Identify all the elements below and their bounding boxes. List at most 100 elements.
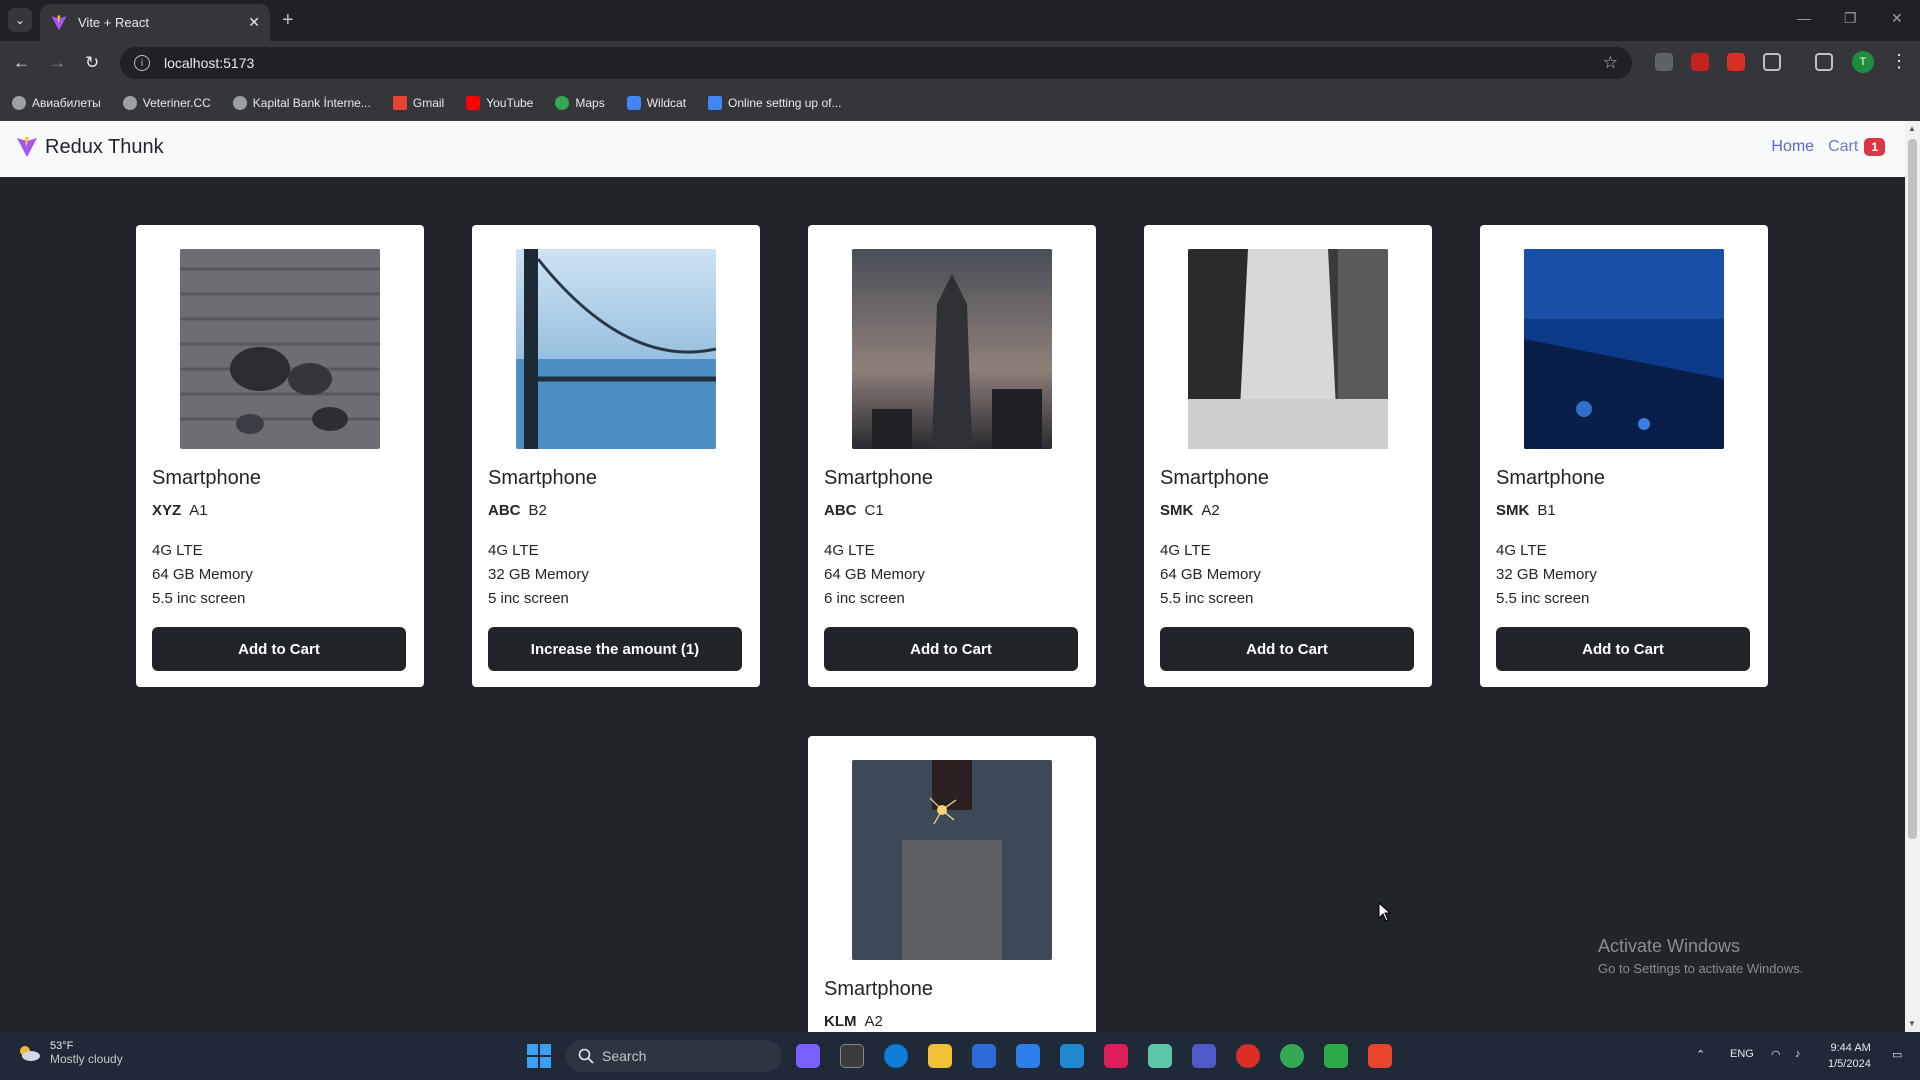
spec-screen: 5.5 inc screen [1160,590,1254,607]
product-model: SMK B1 [1496,502,1752,519]
site-info-icon[interactable]: i [134,55,150,71]
start-button[interactable] [527,1044,551,1068]
product-title: Smartphone [1496,467,1605,489]
minimize-icon[interactable]: — [1797,10,1811,26]
bookmark-star-icon[interactable]: ☆ [1603,53,1618,73]
back-icon[interactable]: ← [13,53,30,73]
bookmark-item[interactable]: Wildcat [626,96,686,110]
forward-icon[interactable]: → [49,53,66,73]
globe-icon [12,96,26,110]
media-app-icon[interactable] [1236,1044,1260,1068]
nav-cart-link[interactable]: Cart 1 [1828,138,1885,156]
system-clock[interactable]: 9:44 AM 1/5/2024 [1828,1040,1871,1072]
product-model: SMK A2 [1160,502,1416,519]
language-indicator[interactable]: ENG [1730,1048,1754,1060]
mail-app-icon[interactable] [1016,1044,1040,1068]
vite-logo-icon [17,137,37,157]
bookmark-item[interactable]: Online setting up of... [708,96,841,110]
product-brand: SMK [1160,502,1194,519]
window-close-icon[interactable]: ✕ [1891,10,1903,27]
extension-icon[interactable] [1727,53,1745,71]
increase-amount-button[interactable]: Increase the amount (1) [488,627,742,671]
add-to-cart-button[interactable]: Add to Cart [1496,627,1750,671]
cart-count-badge: 1 [1864,138,1885,156]
taskbar-search[interactable]: Search [566,1040,782,1072]
tab-search-chevron-icon[interactable]: ⌄ [8,8,32,32]
product-model-code: A2 [864,1013,883,1030]
slack-app-icon[interactable] [1104,1044,1128,1068]
product-image [516,249,716,449]
scroll-up-icon[interactable]: ▲ [1908,124,1916,133]
spec-screen: 5.5 inc screen [1496,590,1590,607]
spec-network: 4G LTE [1496,542,1547,559]
show-hidden-icons[interactable]: ⌃ [1696,1048,1705,1061]
clock-time: 9:44 AM [1830,1042,1871,1054]
vscode-app-icon[interactable] [1060,1044,1084,1068]
search-placeholder: Search [602,1048,647,1064]
product-specs: 4G LTE 64 GB Memory 5.5 inc screen [1160,539,1416,611]
ublock-extension-icon[interactable] [1691,53,1709,71]
address-bar[interactable]: i localhost:5173 ☆ [120,47,1632,79]
spec-memory: 64 GB Memory [824,566,925,583]
wifi-icon[interactable]: ◠ [1771,1048,1781,1061]
scroll-down-icon[interactable]: ▼ [1908,1019,1916,1028]
product-brand: ABC [488,502,521,519]
task-view-icon[interactable] [840,1044,864,1068]
activate-title: Activate Windows [1598,936,1741,956]
product-image [1524,249,1724,449]
bookmark-item[interactable]: Veteriner.CC [122,96,211,110]
app-icon[interactable] [1148,1044,1172,1068]
new-tab-button[interactable]: + [282,8,294,32]
bookmark-item[interactable]: Maps [555,96,605,110]
add-to-cart-button[interactable]: Add to Cart [152,627,406,671]
browser-tab[interactable]: Vite + React ✕ [40,4,270,41]
recorder-app-icon[interactable] [1368,1044,1392,1068]
product-model: ABC C1 [824,502,1080,519]
restore-icon[interactable]: ❐ [1844,10,1857,27]
store-app-icon[interactable] [972,1044,996,1068]
edge-app-icon[interactable] [884,1044,908,1068]
product-title: Smartphone [1160,467,1269,489]
pen-extension-icon[interactable] [1655,53,1673,71]
volume-icon[interactable]: ♪ [1795,1048,1801,1060]
bookmark-item[interactable]: Авиабилеты [12,96,101,110]
file-explorer-icon[interactable] [928,1044,952,1068]
reload-icon[interactable]: ↻ [85,53,99,73]
bookmark-item[interactable]: YouTube [466,96,533,110]
page-scrollbar[interactable]: ▲ ▼ [1905,121,1920,1032]
notifications-icon[interactable]: ▭ [1892,1048,1902,1061]
tab-title: Vite + React [78,15,149,30]
bookmark-item[interactable]: Kapital Bank İnterne... [232,96,371,110]
product-specs: 4G LTE 64 GB Memory 6 inc screen [824,539,1080,611]
tab-close-icon[interactable]: ✕ [248,14,260,31]
side-panel-icon[interactable] [1815,53,1833,71]
spec-network: 4G LTE [824,542,875,559]
chrome-app-icon[interactable] [1280,1044,1304,1068]
product-model: ABC B2 [488,502,744,519]
profile-avatar[interactable]: T [1852,51,1874,73]
gmail-icon [392,96,407,110]
brand[interactable]: Redux Thunk [15,135,164,159]
camtasia-app-icon[interactable] [1324,1044,1348,1068]
product-title: Smartphone [152,467,261,489]
spec-memory: 32 GB Memory [488,566,589,583]
bookmark-item[interactable]: Gmail [392,96,444,110]
activate-windows-watermark: Activate Windows Go to Settings to activ… [1598,936,1803,976]
browser-menu-icon[interactable]: ⋮ [1890,51,1908,72]
teams-app-icon[interactable] [796,1044,820,1068]
weather-widget[interactable]: 53°F Mostly cloudy [16,1040,123,1066]
app-navbar: Redux Thunk Home Cart 1 [0,121,1905,177]
product-card: Smartphone XYZ A1 4G LTE 64 GB Memory 5.5… [136,225,424,687]
product-model: XYZ A1 [152,502,408,519]
scrollbar-thumb[interactable] [1908,139,1917,839]
globe-icon [122,96,137,110]
product-model-code: B1 [1537,502,1556,519]
add-to-cart-button[interactable]: Add to Cart [1160,627,1414,671]
vite-favicon-icon [51,15,67,30]
product-title: Smartphone [824,978,933,1000]
teams-chat-icon[interactable] [1192,1044,1216,1068]
add-to-cart-button[interactable]: Add to Cart [824,627,1078,671]
weather-temperature: 53°F [50,1040,74,1052]
puzzle-extensions-icon[interactable] [1763,53,1781,71]
nav-home-link[interactable]: Home [1771,138,1814,156]
